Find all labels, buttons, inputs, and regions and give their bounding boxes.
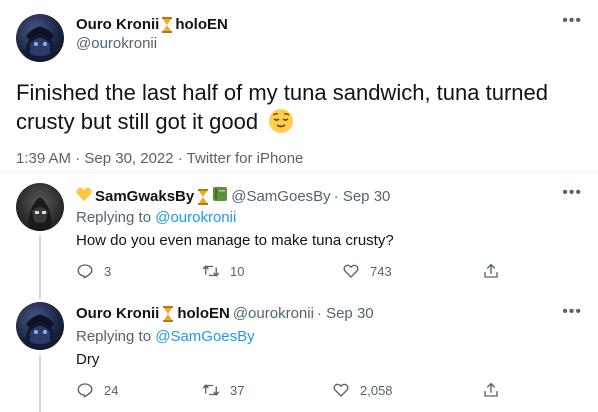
like-button[interactable]: 743 bbox=[342, 262, 392, 280]
reply-date[interactable]: · Sep 30 bbox=[334, 188, 391, 205]
replying-prefix: Replying to bbox=[76, 209, 156, 226]
more-dots-icon[interactable]: ••• bbox=[562, 184, 582, 202]
reply-handle[interactable]: @ourokronii bbox=[233, 305, 314, 322]
heart-icon bbox=[333, 383, 349, 397]
retweet-icon bbox=[202, 384, 220, 396]
thread-line bbox=[39, 295, 41, 299]
author-name-block: Ouro Kronii holoEN @ourokronii bbox=[76, 16, 228, 53]
replying-to-handle[interactable]: @SamGoesBy bbox=[155, 328, 254, 345]
share-icon bbox=[484, 382, 498, 397]
reply-handle[interactable]: @SamGoesBy bbox=[231, 188, 330, 205]
reply-avatar[interactable] bbox=[16, 302, 64, 350]
replying-to: Replying to @ourokronii bbox=[76, 209, 236, 226]
like-button[interactable]: 2,058 bbox=[332, 381, 393, 399]
share-button[interactable] bbox=[482, 381, 500, 399]
tweet-timestamp[interactable]: 1:39 AM · Sep 30, 2022 · Twitter for iPh… bbox=[16, 150, 303, 167]
reply-text: Dry bbox=[76, 351, 100, 368]
reply-text: How do you even manage to make tuna crus… bbox=[76, 232, 394, 249]
yellow-heart-icon bbox=[76, 187, 92, 207]
more-dots-icon[interactable]: ••• bbox=[562, 12, 582, 30]
hourglass-icon bbox=[197, 188, 209, 205]
green-book-icon bbox=[212, 186, 228, 207]
author-display-name[interactable]: Ouro Kronii bbox=[76, 16, 159, 33]
reply-avatar[interactable] bbox=[16, 183, 64, 231]
hourglass-icon bbox=[161, 16, 173, 33]
reply-count: 24 bbox=[104, 382, 119, 398]
reply-date[interactable]: · Sep 30 bbox=[317, 305, 374, 322]
retweet-count: 37 bbox=[230, 382, 245, 398]
reply-icon bbox=[77, 383, 93, 398]
retweet-count: 10 bbox=[230, 263, 245, 279]
replying-to: Replying to @SamGoesBy bbox=[76, 328, 255, 345]
replying-prefix: Replying to bbox=[76, 328, 156, 345]
reply-icon bbox=[77, 264, 93, 279]
reply-header: SamGwaksBy @SamGoesBy · Sep 30 bbox=[76, 186, 390, 207]
author-handle[interactable]: @ourokronii bbox=[76, 35, 157, 52]
reply-display-name[interactable]: SamGwaksBy bbox=[95, 188, 194, 205]
hourglass-icon bbox=[162, 305, 174, 322]
reply-name-suffix[interactable]: holoEN bbox=[177, 305, 230, 322]
share-button[interactable] bbox=[482, 262, 500, 280]
like-count: 743 bbox=[370, 263, 392, 279]
reply-count: 3 bbox=[104, 263, 112, 279]
relieved-face-emoji bbox=[268, 108, 294, 141]
reply-header: Ouro Kronii holoEN @ourokronii · Sep 30 bbox=[76, 305, 374, 322]
heart-icon bbox=[343, 264, 359, 278]
reply-display-name[interactable]: Ouro Kronii bbox=[76, 305, 159, 322]
retweet-icon bbox=[202, 265, 220, 277]
share-icon bbox=[484, 263, 498, 278]
reply-button[interactable]: 24 bbox=[76, 381, 118, 399]
replying-to-handle[interactable]: @ourokronii bbox=[155, 209, 236, 226]
author-avatar[interactable] bbox=[16, 14, 64, 62]
author-name-suffix[interactable]: holoEN bbox=[175, 16, 228, 33]
more-dots-icon[interactable]: ••• bbox=[562, 303, 582, 321]
divider bbox=[0, 172, 598, 173]
reply-actions: 3 10 743 bbox=[76, 262, 506, 282]
thread-line bbox=[39, 235, 41, 295]
tweet-text: Finished the last half of my tuna sandwi… bbox=[16, 78, 586, 141]
reply-button[interactable]: 3 bbox=[76, 262, 111, 280]
thread-line bbox=[39, 355, 41, 412]
retweet-button[interactable]: 10 bbox=[202, 262, 244, 280]
reply-actions: 24 37 2,058 bbox=[76, 381, 506, 401]
like-count: 2,058 bbox=[360, 382, 393, 398]
retweet-button[interactable]: 37 bbox=[202, 381, 244, 399]
